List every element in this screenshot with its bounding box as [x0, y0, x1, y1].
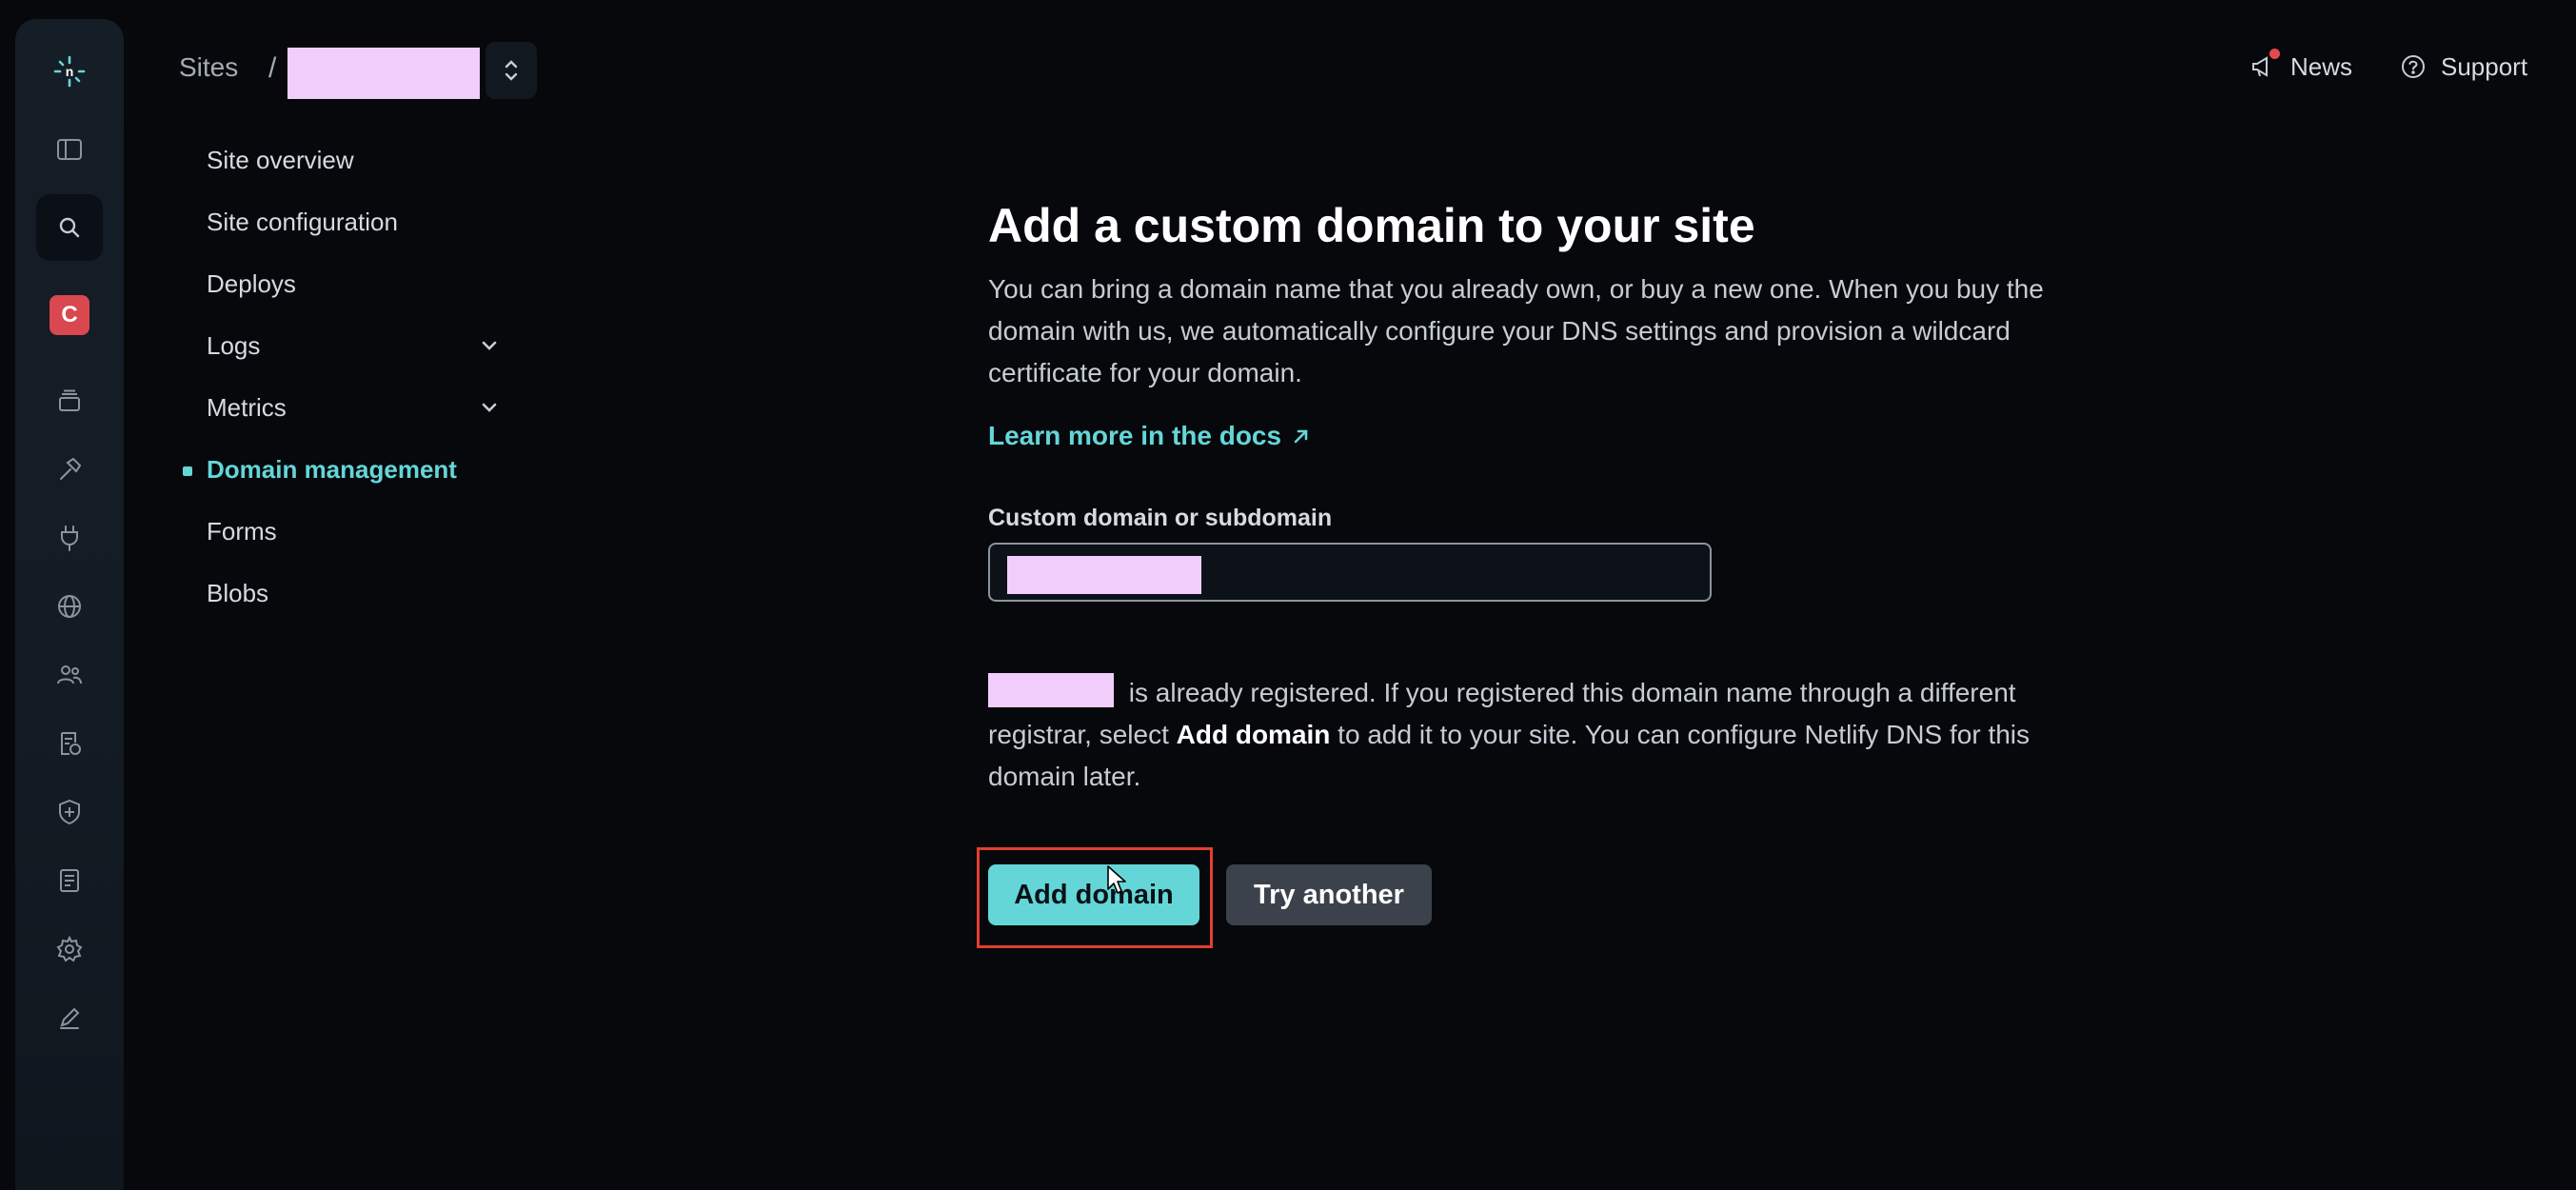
nav-site-configuration[interactable]: Site configuration: [179, 195, 503, 248]
support-link[interactable]: Support: [2399, 48, 2527, 86]
team-avatar[interactable]: C: [36, 282, 103, 348]
external-link-arrow-icon: [1294, 429, 1308, 444]
page-title: Add a custom domain to your site: [988, 199, 1755, 252]
nav-forms[interactable]: Forms: [179, 505, 503, 558]
news-label: News: [2290, 51, 2353, 81]
help-circle-icon: [2402, 55, 2425, 78]
svg-text:n: n: [66, 64, 74, 79]
icon-rail: n C: [15, 19, 124, 1190]
mouse-cursor-icon: [1107, 865, 1126, 894]
registered-text-bold: Add domain: [1176, 720, 1331, 749]
add-domain-button[interactable]: Add domain: [988, 864, 1199, 925]
edit-icon[interactable]: [36, 984, 103, 1051]
already-registered-message: is already registered. If you registered…: [988, 672, 2102, 798]
nav-label: Domain management: [207, 454, 457, 484]
try-another-button[interactable]: Try another: [1226, 864, 1432, 925]
active-indicator: [183, 466, 192, 476]
chevron-up-down-icon: [505, 60, 518, 81]
learn-more-link[interactable]: Learn more in the docs: [988, 421, 1312, 451]
team-avatar-letter: C: [50, 295, 89, 335]
settings-icon[interactable]: [36, 916, 103, 982]
members-icon[interactable]: [36, 642, 103, 708]
nav-metrics[interactable]: Metrics: [179, 381, 503, 434]
support-label: Support: [2441, 51, 2528, 81]
domains-icon[interactable]: [36, 573, 103, 640]
nav-logs[interactable]: Logs: [179, 319, 503, 372]
breadcrumb-sites-link[interactable]: Sites: [179, 52, 238, 83]
nav-label: Metrics: [207, 392, 287, 422]
billing-icon[interactable]: [36, 847, 103, 914]
domain-field-label: Custom domain or subdomain: [988, 505, 1333, 531]
breadcrumb-separator: /: [268, 52, 277, 84]
megaphone-icon: [2249, 49, 2280, 81]
nav-label: Blobs: [207, 578, 269, 607]
domain-name-redacted: [988, 673, 1114, 707]
nav-deploys[interactable]: Deploys: [179, 257, 503, 310]
projects-icon[interactable]: [36, 367, 103, 434]
search-icon[interactable]: [36, 194, 103, 261]
netlify-logo-icon[interactable]: n: [36, 38, 103, 105]
nav-label: Forms: [207, 516, 277, 545]
chevron-down-icon[interactable]: [476, 394, 503, 421]
integrations-icon[interactable]: [36, 505, 103, 571]
news-link[interactable]: News: [2249, 48, 2352, 86]
site-switcher-button[interactable]: [485, 42, 537, 99]
input-value-redacted: [1007, 556, 1201, 594]
site-name-redacted[interactable]: [287, 48, 480, 99]
nav-label: Site overview: [207, 145, 354, 174]
security-icon[interactable]: [36, 779, 103, 845]
nav-label: Logs: [207, 330, 261, 360]
nav-site-overview[interactable]: Site overview: [179, 133, 503, 187]
learn-more-label: Learn more in the docs: [988, 421, 1282, 450]
chevron-down-icon[interactable]: [476, 332, 503, 359]
nav-domain-management[interactable]: Domain management: [179, 443, 503, 496]
audit-log-icon[interactable]: [36, 710, 103, 777]
domain-input[interactable]: [988, 543, 1712, 602]
nav-label: Deploys: [207, 268, 296, 298]
nav-label: Site configuration: [207, 207, 398, 236]
news-unread-dot: [2269, 49, 2280, 59]
page-description: You can bring a domain name that you alr…: [988, 274, 2044, 387]
builds-icon[interactable]: [36, 436, 103, 503]
sidebar-toggle-icon[interactable]: [36, 116, 103, 183]
nav-blobs[interactable]: Blobs: [179, 566, 503, 620]
